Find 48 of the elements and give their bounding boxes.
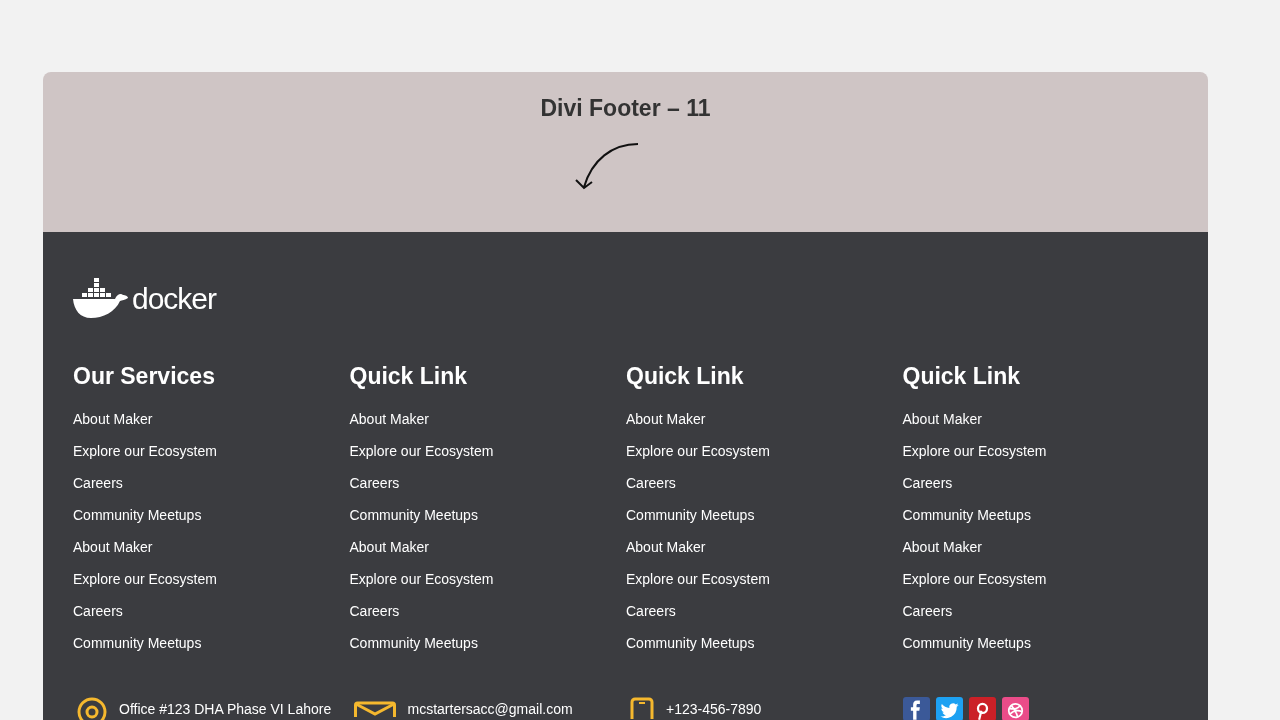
footer-link[interactable]: Explore our Ecosystem [349,435,494,467]
footer-link[interactable]: Explore our Ecosystem [626,563,770,595]
footer-link[interactable]: Explore our Ecosystem [902,563,1047,595]
contact-text: +123-456-7890 [666,700,762,719]
footer-link[interactable]: Explore our Ecosystem [349,563,494,595]
column-heading: Quick Link [902,362,1022,390]
footer-link[interactable]: Careers [902,467,953,499]
footer-link[interactable]: Community Meetups [73,627,202,659]
location-pin-icon [77,697,107,720]
column-heading: Quick Link [349,362,469,390]
footer-link[interactable]: Careers [626,595,676,627]
footer-link[interactable]: Community Meetups [902,499,1031,531]
footer-link[interactable]: Explore our Ecosystem [73,435,217,467]
twitter-icon[interactable] [935,697,963,720]
footer-link[interactable]: About Maker [73,403,153,435]
footer-link[interactable]: Community Meetups [73,499,202,531]
contact-text: Office #123 DHA Phase VI Lahore [119,700,332,719]
footer-link[interactable]: Community Meetups [902,627,1031,659]
footer-link[interactable]: Careers [349,467,400,499]
footer-link[interactable]: About Maker [349,531,429,563]
pinterest-icon[interactable] [968,697,996,720]
footer-link[interactable]: About Maker [349,403,429,435]
footer-link[interactable]: About Maker [902,403,982,435]
logo-wordmark: docker [132,282,217,317]
footer-link[interactable]: Community Meetups [626,627,755,659]
column-heading: Our Services [73,362,216,390]
footer-link[interactable]: About Maker [626,403,706,435]
footer-link[interactable]: Community Meetups [626,499,755,531]
footer-link[interactable]: Explore our Ecosystem [902,435,1047,467]
whale-logo-icon [73,278,129,318]
contact-text: mcstartersacc@gmail.com [407,700,573,719]
footer-link[interactable]: Community Meetups [349,499,478,531]
facebook-icon[interactable] [902,697,930,720]
footer-link[interactable]: Careers [626,467,676,499]
footer-link[interactable]: Careers [73,595,123,627]
dribbble-icon[interactable] [1001,697,1029,720]
column-heading: Quick Link [626,362,745,390]
footer-link[interactable]: About Maker [902,531,982,563]
footer-link[interactable]: Careers [902,595,953,627]
footer-link[interactable]: Explore our Ecosystem [626,435,770,467]
footer-link[interactable]: Explore our Ecosystem [73,563,217,595]
footer-link[interactable]: Careers [73,467,123,499]
footer-link[interactable]: Careers [349,595,400,627]
page-title: Divi Footer – 11 [540,94,711,122]
phone-icon [630,697,654,719]
footer-link[interactable]: Community Meetups [349,627,478,659]
footer-link[interactable]: About Maker [626,531,706,563]
footer-link[interactable]: About Maker [73,531,153,563]
